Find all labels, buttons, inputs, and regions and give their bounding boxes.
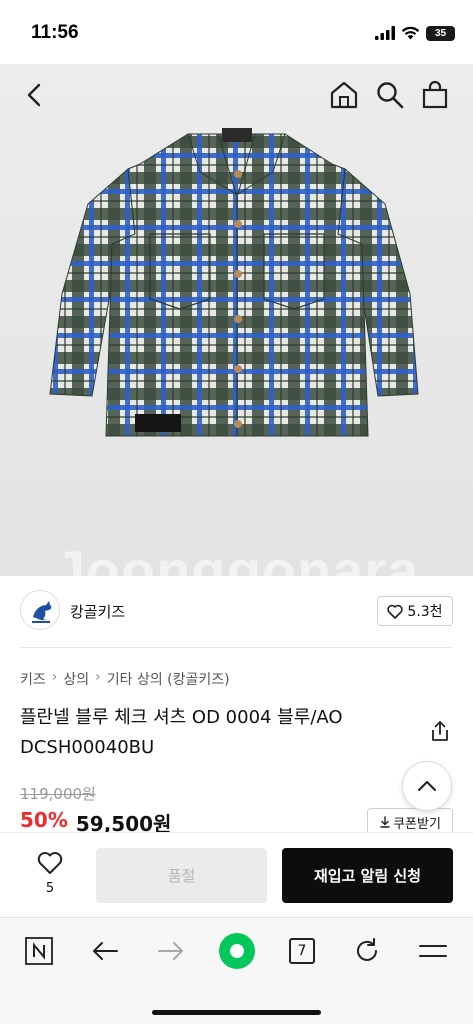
breadcrumb-item[interactable]: 상의: [63, 669, 89, 689]
heart-icon: [37, 852, 63, 874]
tab-count-icon: 7: [289, 938, 315, 964]
chevron-up-icon: [418, 781, 436, 791]
product-image[interactable]: Joonggonara: [0, 64, 473, 576]
kangaroo-logo-icon: [32, 601, 52, 623]
search-icon[interactable]: [375, 80, 405, 110]
divider: [20, 647, 453, 648]
reload-button[interactable]: [350, 934, 384, 968]
browser-toolbar: 7: [0, 917, 473, 1024]
home-icon[interactable]: [329, 80, 359, 110]
seller-like-count: 5.3천: [407, 604, 443, 620]
tab-count: 7: [297, 943, 307, 959]
purchase-action-bar: 5 품절 재입고 알림 신청: [0, 832, 473, 916]
status-bar: 11:56 35: [0, 0, 473, 64]
battery-icon: 35: [426, 25, 455, 41]
wish-button[interactable]: 5: [30, 851, 70, 896]
seller-row[interactable]: 캉골키즈 5.3천: [20, 590, 453, 634]
product-title: 플란넬 블루 체크 셔츠 OD 0004 블루/AO DCSH00040BU: [20, 707, 343, 758]
original-price: 119,000원: [20, 785, 96, 803]
breadcrumb-item[interactable]: 키즈: [20, 669, 46, 689]
shirt-illustration: [49, 128, 419, 437]
green-dot-icon: [219, 933, 255, 969]
seller-name[interactable]: 캉골키즈: [70, 601, 125, 622]
seller-logo[interactable]: [20, 590, 60, 630]
seller-like-button[interactable]: 5.3천: [377, 596, 453, 626]
wish-count: 5: [45, 881, 55, 896]
restock-alert-button[interactable]: 재입고 알림 신청: [282, 848, 453, 903]
green-dot-button[interactable]: [217, 931, 257, 971]
menu-button[interactable]: [416, 934, 450, 968]
soldout-button: 품절: [96, 848, 267, 903]
naver-home-button[interactable]: [22, 934, 56, 968]
hamburger-menu-icon: [419, 945, 447, 957]
watermark: Joonggonara: [53, 539, 420, 576]
back-icon[interactable]: [20, 80, 50, 110]
shopping-bag-icon[interactable]: [420, 80, 450, 110]
back-nav-button[interactable]: [88, 934, 122, 968]
status-icons: 35: [375, 24, 455, 42]
coupon-label: 쿠폰받기: [393, 816, 441, 832]
download-icon: [380, 816, 390, 828]
chevron-right-icon: ›: [95, 669, 101, 685]
signal-icon: [375, 26, 395, 40]
reload-icon: [357, 938, 377, 961]
scroll-top-button[interactable]: [402, 761, 452, 811]
breadcrumb-item[interactable]: 기타 상의 (캉골키즈): [107, 669, 230, 689]
forward-nav-button[interactable]: [154, 934, 188, 968]
arrow-right-icon: [158, 942, 183, 960]
naver-n-icon: [25, 937, 53, 965]
heart-icon: [387, 604, 404, 619]
home-indicator: [152, 1010, 321, 1015]
status-time: 11:56: [31, 22, 79, 43]
share-icon[interactable]: [429, 720, 451, 742]
arrow-left-icon: [93, 942, 118, 960]
breadcrumb: 키즈 › 상의 › 기타 상의 (캉골키즈): [20, 669, 230, 689]
chevron-right-icon: ›: [51, 669, 58, 685]
wifi-icon: [401, 26, 420, 40]
tabs-button[interactable]: 7: [285, 934, 319, 968]
